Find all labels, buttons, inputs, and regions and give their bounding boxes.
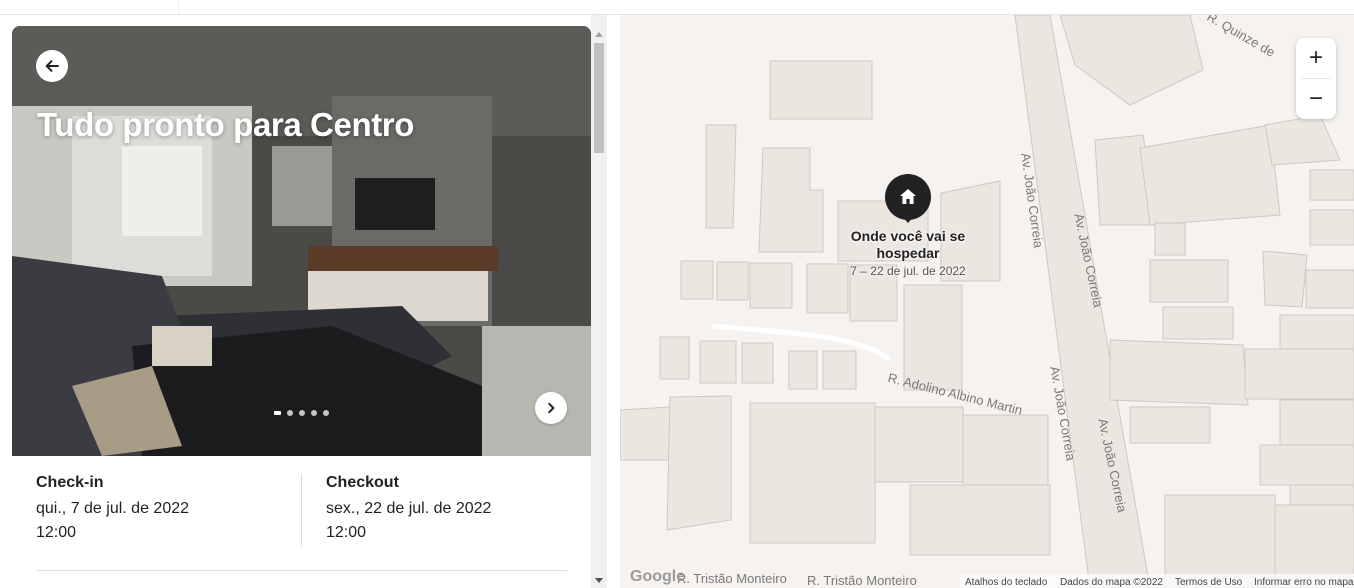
zoom-out-button[interactable]: − <box>1296 79 1336 119</box>
google-logo[interactable]: Google <box>630 568 685 586</box>
keyboard-shortcuts-link[interactable]: Atalhos do teclado <box>965 577 1047 588</box>
report-error-link[interactable]: Informar erro no mapa <box>1254 577 1354 588</box>
checkin-time: 12:00 <box>36 524 77 541</box>
checkin-date: qui., 7 de jul. de 2022 <box>36 500 190 517</box>
listing-photo[interactable] <box>12 26 591 456</box>
map-data-text: Dados do mapa ©2022 <box>1060 577 1163 588</box>
back-button[interactable] <box>36 50 68 82</box>
photo-pager-dot-4[interactable] <box>311 410 317 416</box>
map[interactable]: Av. João Correia Av. João Correia Av. Jo… <box>620 15 1354 588</box>
top-bar <box>0 0 1354 15</box>
scrollbar-thumb[interactable] <box>594 43 604 153</box>
street-label-tristao-1: R. Tristão Monteiro <box>677 571 787 586</box>
photo-pager-dot-5[interactable] <box>323 410 329 416</box>
chevron-right-icon <box>548 402 555 414</box>
panel-scrollbar[interactable] <box>591 15 607 588</box>
top-bar-divider <box>178 0 179 14</box>
dates-divider <box>301 474 302 546</box>
listing-photo-card: Tudo pronto para Centro <box>12 26 591 456</box>
page-title: Tudo pronto para Centro <box>37 106 414 143</box>
map-canvas[interactable] <box>620 15 1354 588</box>
checkin-section: Check-in qui., 7 de jul. de 2022 12:00 <box>36 474 189 542</box>
arrow-left-icon <box>45 60 59 72</box>
checkin-label: Check-in <box>36 474 104 491</box>
photo-pager-dot-3[interactable] <box>299 410 305 416</box>
next-photo-button[interactable] <box>535 392 567 424</box>
house-icon <box>900 189 916 204</box>
checkout-section: Checkout sex., 22 de jul. de 2022 12:00 <box>326 474 491 542</box>
zoom-in-button[interactable]: + <box>1296 38 1336 78</box>
stay-location-pin[interactable] <box>885 174 931 220</box>
checkout-date: sex., 22 de jul. de 2022 <box>326 500 492 517</box>
photo-pager <box>274 410 329 416</box>
pin-label: Onde você vai se hospedar <box>850 228 966 261</box>
pin-pointer <box>902 216 914 223</box>
photo-pager-dot-1[interactable] <box>274 411 281 415</box>
scroll-up-arrow-icon[interactable] <box>595 32 603 37</box>
street-label-tristao-2: R. Tristão Monteiro <box>807 573 917 588</box>
terms-link[interactable]: Termos de Uso <box>1175 577 1242 588</box>
photo-pager-dot-2[interactable] <box>287 410 293 416</box>
trip-panel: Tudo pronto para Centro Check-in qui., 7… <box>0 15 620 588</box>
zoom-controls: + − <box>1296 38 1336 119</box>
scroll-down-arrow-icon[interactable] <box>595 578 603 583</box>
checkout-time: 12:00 <box>326 524 367 541</box>
reservation-dates: Check-in qui., 7 de jul. de 2022 12:00 C… <box>12 456 591 588</box>
section-divider <box>36 570 567 571</box>
pin-dates: 7 – 22 de jul. de 2022 <box>850 264 966 278</box>
checkout-label: Checkout <box>326 474 399 491</box>
